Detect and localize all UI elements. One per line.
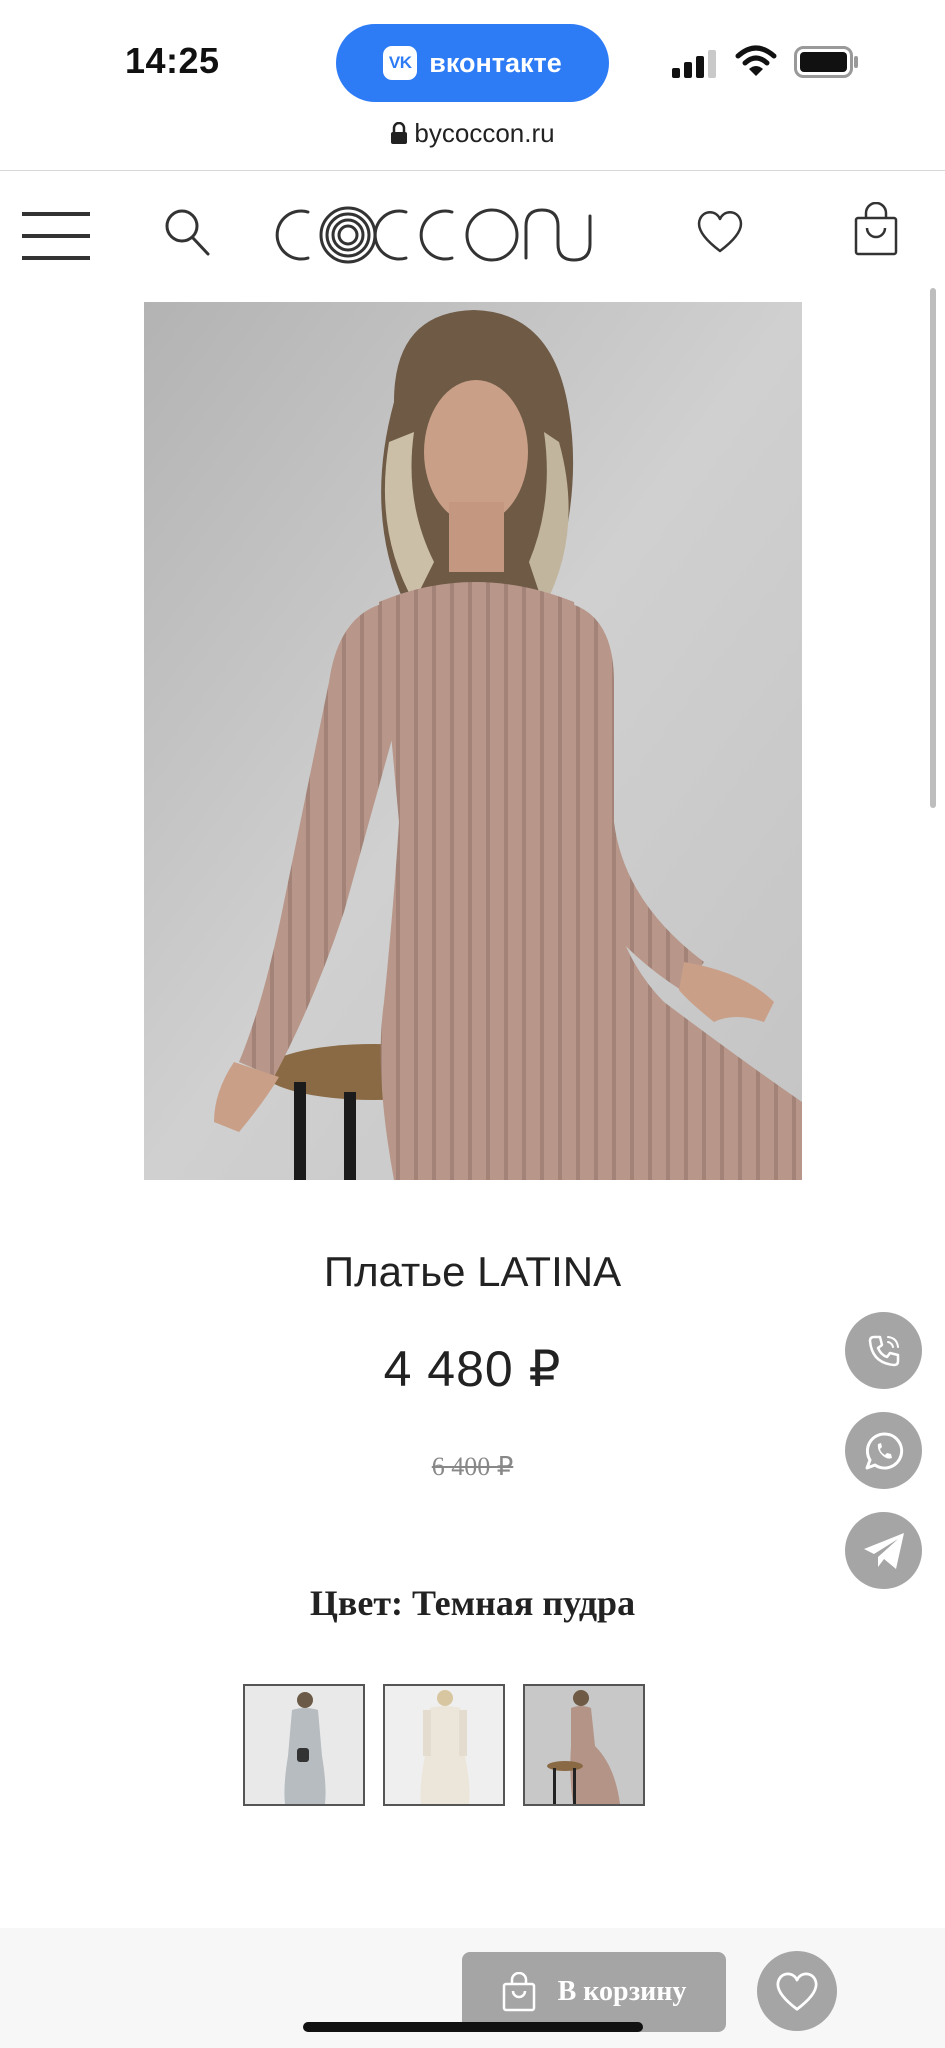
swatch-dark-powder[interactable]	[523, 1684, 645, 1806]
product-price: 4 480 ₽	[383, 1341, 562, 1397]
vk-logo-icon: VK	[383, 46, 418, 80]
coccon-logo[interactable]	[268, 196, 608, 274]
whatsapp-contact-button[interactable]	[845, 1412, 922, 1489]
product-photo[interactable]	[144, 302, 802, 1180]
shopping-bag-icon[interactable]	[854, 202, 898, 256]
product-title: Платье LATINA	[323, 1248, 622, 1295]
url-text: bycoccon.ru	[414, 118, 555, 148]
swatch-milk[interactable]	[383, 1684, 505, 1806]
signal-icon	[672, 50, 716, 78]
vk-pill-label: вконтакте	[429, 47, 562, 78]
search-icon[interactable]	[164, 208, 210, 256]
hamburger-menu-icon[interactable]	[22, 210, 90, 262]
status-time: 14:25	[125, 40, 220, 81]
shopping-bag-icon	[502, 1972, 535, 2012]
old-price: 6 400 ₽	[431, 1452, 514, 1481]
telegram-contact-button[interactable]	[845, 1512, 922, 1589]
scrollbar[interactable]	[930, 288, 936, 808]
wifi-icon	[735, 45, 777, 76]
swatch-grey[interactable]	[243, 1684, 365, 1806]
address-bar[interactable]: bycoccon.ru	[0, 118, 945, 149]
home-indicator[interactable]	[303, 2022, 643, 2032]
color-swatches	[243, 1684, 645, 1806]
lock-icon	[391, 122, 408, 144]
phone-icon	[868, 1335, 899, 1366]
product-photo-illustration	[144, 302, 802, 1180]
whatsapp-icon	[865, 1431, 903, 1469]
add-to-cart-label: В корзину	[557, 1976, 687, 2007]
battery-icon	[794, 46, 858, 78]
heart-icon[interactable]	[695, 208, 745, 254]
status-bar: 14:25 VK вконтакте bycoccon.ru	[0, 0, 945, 170]
vkontakte-back-pill[interactable]: VK вконтакте	[336, 24, 609, 102]
phone-contact-button[interactable]	[845, 1312, 922, 1389]
add-to-cart-button[interactable]: В корзину	[462, 1952, 726, 2032]
add-to-favorites-button[interactable]	[757, 1951, 837, 2031]
color-label: Цвет: Темная пудра	[309, 1583, 636, 1623]
telegram-icon	[863, 1532, 904, 1569]
heart-icon	[776, 1972, 818, 2011]
